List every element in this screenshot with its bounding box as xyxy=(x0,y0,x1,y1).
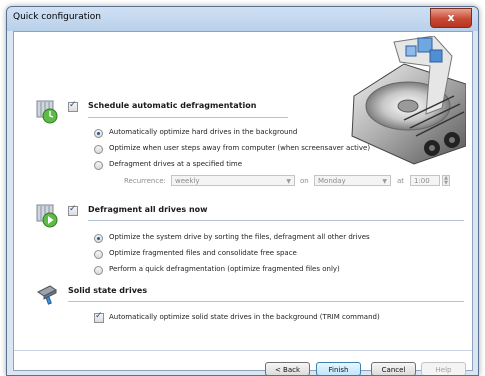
day-value: Monday xyxy=(318,177,346,185)
cancel-button[interactable]: Cancel xyxy=(371,362,416,375)
trim-checkbox[interactable] xyxy=(94,311,104,323)
finish-button[interactable]: Finish xyxy=(316,362,361,375)
help-button[interactable]: Help xyxy=(421,362,466,375)
defrag-option-consolidate-radio[interactable] xyxy=(94,250,103,259)
chevron-down-icon: ▼ xyxy=(286,178,291,185)
schedule-divider xyxy=(88,117,288,118)
schedule-option-idle-radio[interactable] xyxy=(94,145,103,154)
footer-divider xyxy=(14,350,472,351)
defrag-option-system-drive-radio[interactable] xyxy=(94,234,103,243)
back-button[interactable]: < Back xyxy=(265,362,310,375)
ssd-divider xyxy=(68,301,464,302)
schedule-option-background-radio[interactable] xyxy=(94,129,103,138)
day-select[interactable]: Monday ▼ xyxy=(314,175,391,186)
defrag-now-icon xyxy=(36,204,58,228)
recurrence-select[interactable]: weekly ▼ xyxy=(171,175,295,186)
defrag-option-quick-radio[interactable] xyxy=(94,266,103,275)
schedule-heading: Schedule automatic defragmentation xyxy=(88,101,257,110)
schedule-option-specified-time-radio[interactable] xyxy=(94,161,103,170)
defrag-now-checkbox[interactable] xyxy=(68,204,78,216)
window-title: Quick configuration xyxy=(13,12,102,22)
defrag-now-divider xyxy=(88,220,464,221)
recurrence-value: weekly xyxy=(175,177,200,185)
schedule-option-specified-time-label[interactable]: Defragment drives at a specified time xyxy=(109,160,242,168)
scheduled-defrag-icon xyxy=(36,100,58,124)
schedule-checkbox[interactable] xyxy=(68,100,78,112)
time-input[interactable]: 1:00 xyxy=(410,175,440,186)
schedule-option-background-label[interactable]: Automatically optimize hard drives in th… xyxy=(109,128,297,136)
ssd-heading: Solid state drives xyxy=(68,286,148,295)
title-bar: Quick configuration x xyxy=(7,7,478,31)
trim-label[interactable]: Automatically optimize solid state drive… xyxy=(109,313,380,321)
defrag-option-consolidate-label[interactable]: Optimize fragmented files and consolidat… xyxy=(109,249,297,257)
on-label: on xyxy=(300,177,309,185)
at-label: at xyxy=(397,177,405,185)
defrag-now-heading: Defragment all drives now xyxy=(88,205,208,214)
dialog-body: Schedule automatic defragmentation Autom… xyxy=(13,31,473,375)
defrag-option-system-drive-label[interactable]: Optimize the system drive by sorting the… xyxy=(109,233,370,241)
time-value: 1:00 xyxy=(414,177,430,185)
recurrence-label: Recurrence: xyxy=(124,177,166,185)
schedule-option-idle-label[interactable]: Optimize when user steps away from compu… xyxy=(109,144,370,152)
close-button[interactable]: x xyxy=(430,8,472,28)
time-spinner[interactable]: ▲ ▼ xyxy=(442,175,450,186)
defrag-option-quick-label[interactable]: Perform a quick defragmentation (optimiz… xyxy=(109,265,340,273)
quick-configuration-dialog: Quick configuration x ✓ Schedule automat… xyxy=(6,6,479,376)
chevron-down-icon: ▼ xyxy=(382,178,387,185)
ssd-brush-icon xyxy=(37,285,57,305)
